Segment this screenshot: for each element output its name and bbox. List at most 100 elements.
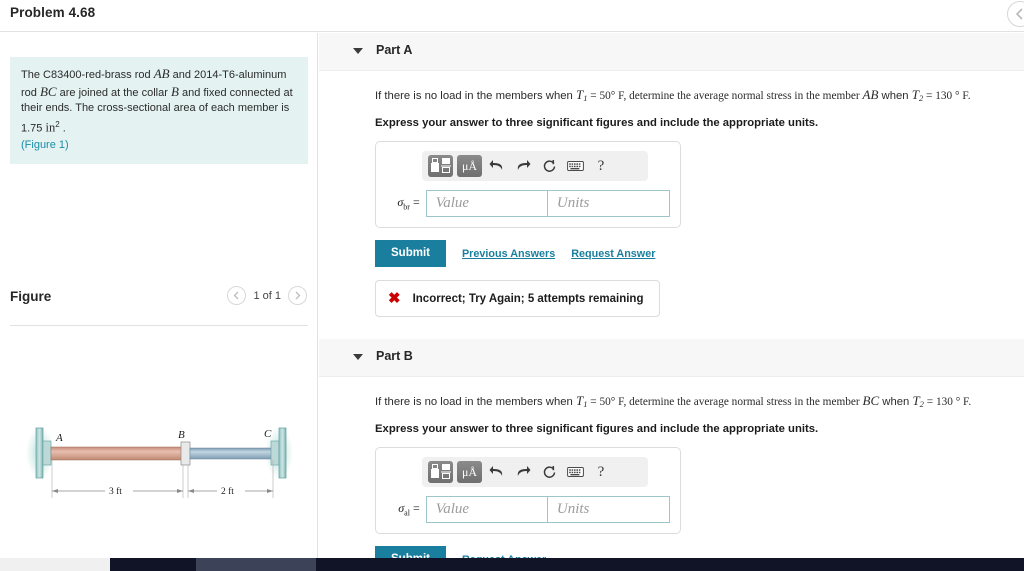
- part-b-answer-box: μÅ ? σal = Value Units: [375, 447, 681, 534]
- left-panel: The C83400-red-brass rod AB and 2014-T6-…: [0, 33, 318, 558]
- undo-icon[interactable]: [486, 155, 508, 177]
- label-c: C: [264, 428, 272, 440]
- q-seg4: = 130 ° F.: [923, 90, 971, 102]
- q-seg1: If there is no load in the members when: [375, 90, 576, 102]
- member-ab-label: AB: [153, 66, 170, 81]
- collar-b: [180, 441, 191, 466]
- rod-ab: [50, 446, 184, 461]
- sigma-subscript: al: [404, 508, 410, 518]
- dimension-bc: 2 ft: [221, 486, 234, 497]
- right-panel: Part A If there is no load in the member…: [319, 33, 1024, 558]
- support-plate-right: [278, 427, 287, 479]
- part-b-math-toolbar: μÅ ?: [422, 457, 648, 487]
- figure-header: Figure 1 of 1: [10, 281, 308, 321]
- caret-down-icon[interactable]: [353, 354, 363, 360]
- statement-line2-post: and fixed connected at: [178, 86, 293, 99]
- part-b-value-input[interactable]: Value: [425, 496, 548, 523]
- part-a-request-answer-link[interactable]: Request Answer: [571, 248, 655, 260]
- part-b-header[interactable]: Part B: [319, 339, 1024, 377]
- keyboard-icon[interactable]: [564, 155, 586, 177]
- statement-line3: their ends. The cross-sectional area of …: [21, 102, 290, 114]
- dimension-ab: 3 ft: [109, 486, 122, 497]
- figure-link[interactable]: (Figure 1): [21, 138, 297, 154]
- figure-prev-button[interactable]: [227, 286, 247, 305]
- part-a-buttons: Submit Previous Answers Request Answer: [375, 240, 1024, 267]
- support-plate-left: [35, 427, 44, 479]
- part-b-units-input[interactable]: Units: [547, 496, 670, 523]
- q-seg3: when: [879, 396, 913, 408]
- area-units: in: [45, 120, 56, 135]
- reset-icon[interactable]: [538, 155, 560, 177]
- page-root: Problem 4.68 The C83400-red-brass rod AB…: [0, 0, 1024, 571]
- math-template-icon[interactable]: [428, 461, 453, 483]
- help-icon[interactable]: ?: [590, 155, 612, 177]
- statement-line1-pre: The C83400-red-brass rod: [21, 69, 154, 81]
- keyboard-icon[interactable]: [564, 461, 586, 483]
- part-a-question: If there is no load in the members when …: [375, 87, 1024, 106]
- figure-diagram[interactable]: A B C 3 ft 2 ft: [12, 403, 307, 528]
- reset-icon[interactable]: [538, 461, 560, 483]
- part-a-member: AB: [862, 87, 879, 102]
- x-mark-icon: ✖: [388, 290, 401, 307]
- member-bc-label: BC: [39, 83, 57, 99]
- part-a-value-input[interactable]: Value: [425, 190, 548, 217]
- caret-down-icon[interactable]: [353, 48, 363, 54]
- part-a-instruction: Express your answer to three significant…: [375, 117, 819, 129]
- help-icon[interactable]: ?: [590, 461, 612, 483]
- part-a-feedback-text: Incorrect; Try Again; 5 attempts remaini…: [412, 292, 644, 305]
- top-nav-prev-button[interactable]: [1007, 1, 1024, 27]
- figure-nav: 1 of 1: [227, 286, 307, 305]
- figure-next-button[interactable]: [288, 286, 307, 305]
- part-b-answer-row: σal = Value Units: [386, 496, 670, 523]
- t2-symbol: T: [912, 393, 920, 408]
- part-b-buttons: Submit Request Answer: [375, 546, 1024, 558]
- part-b-question: If there is no load in the members when …: [375, 393, 1024, 412]
- support-collar-right: [270, 440, 280, 466]
- part-a-feedback: ✖ Incorrect; Try Again; 5 attempts remai…: [375, 280, 660, 317]
- q-seg3: when: [878, 90, 912, 102]
- part-a-math-toolbar: μÅ ?: [422, 151, 648, 181]
- taskbar-dark-strip[interactable]: [110, 558, 1024, 571]
- taskbar-active-window[interactable]: [196, 558, 316, 571]
- units-icon[interactable]: μÅ: [457, 155, 482, 177]
- q-seg1: If there is no load in the members when: [375, 396, 576, 408]
- problem-statement: The C83400-red-brass rod AB and 2014-T6-…: [10, 57, 308, 165]
- sigma-subscript: br: [403, 202, 410, 212]
- q-seg2: = 50° F, determine the average normal st…: [587, 90, 863, 102]
- redo-icon[interactable]: [512, 461, 534, 483]
- top-bar: Problem 4.68: [0, 0, 1024, 32]
- statement-line1-mid: and 2014-T6-aluminum: [169, 69, 287, 81]
- statement-line2-pre: rod: [21, 86, 40, 99]
- support-collar-left: [42, 440, 52, 466]
- area-value: 1.75: [21, 122, 43, 135]
- undo-icon[interactable]: [486, 461, 508, 483]
- part-b-body: If there is no load in the members when …: [319, 377, 1024, 558]
- part-a-answer-box: μÅ ? σbr = Value Units: [375, 141, 681, 228]
- equals-sign: =: [412, 501, 420, 516]
- figure-counter: 1 of 1: [253, 289, 281, 302]
- t2-symbol: T: [911, 87, 919, 102]
- q-seg2: = 50° F, determine the average normal st…: [587, 396, 863, 408]
- math-template-icon[interactable]: [428, 155, 453, 177]
- part-b-answer-symbol: σal =: [386, 501, 426, 517]
- taskbar: [0, 558, 1024, 571]
- page-title: Problem 4.68: [10, 5, 96, 20]
- part-b-member: BC: [862, 393, 880, 408]
- q-seg4: = 130 ° F.: [923, 396, 972, 408]
- part-b-submit-button[interactable]: Submit: [375, 546, 446, 558]
- part-a-submit-button[interactable]: Submit: [375, 240, 446, 267]
- area-exponent: 2: [55, 119, 60, 129]
- part-b-instruction: Express your answer to three significant…: [375, 423, 819, 435]
- collar-b-label: B: [170, 83, 179, 99]
- redo-icon[interactable]: [512, 155, 534, 177]
- label-a: A: [55, 432, 63, 444]
- part-a-previous-answers-link[interactable]: Previous Answers: [462, 248, 555, 260]
- part-a-header[interactable]: Part A: [319, 33, 1024, 71]
- part-a-units-input[interactable]: Units: [547, 190, 670, 217]
- statement-line2-mid: are joined at the collar: [56, 86, 171, 99]
- equals-sign: =: [412, 195, 420, 210]
- part-a-label: Part A: [376, 43, 413, 57]
- units-icon[interactable]: μÅ: [457, 461, 482, 483]
- part-b-label: Part B: [376, 349, 413, 363]
- rod-bc: [189, 447, 273, 460]
